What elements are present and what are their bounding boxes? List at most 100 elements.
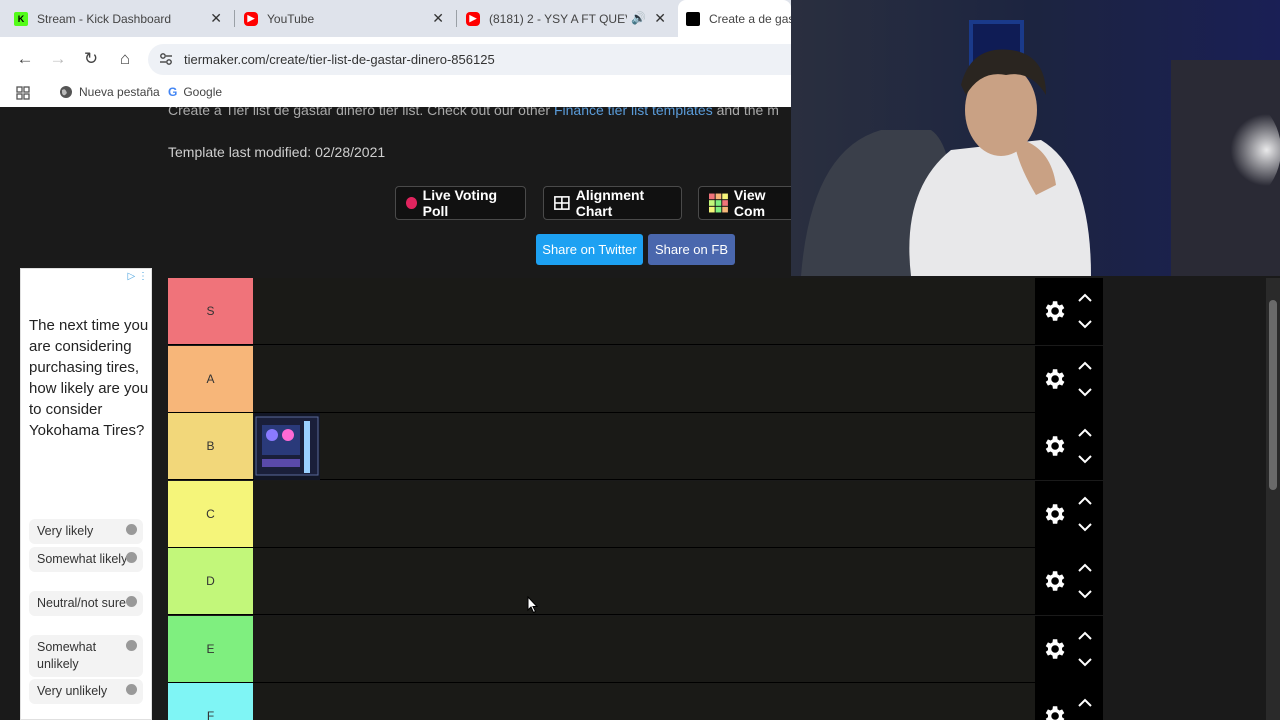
gear-icon[interactable] (1041, 568, 1067, 594)
tab-title: Stream - Kick Dashboard (37, 11, 172, 26)
alignment-chart-button[interactable]: Alignment Chart (543, 186, 682, 220)
bookmark-label: Google (183, 85, 223, 99)
move-up-icon[interactable] (1077, 361, 1093, 371)
tier-label[interactable]: C (168, 481, 253, 547)
move-up-icon[interactable] (1077, 496, 1093, 506)
tier-label[interactable]: S (168, 278, 253, 344)
option-label: Very unlikely (37, 684, 108, 698)
radio-icon (126, 552, 137, 563)
tier-label[interactable]: A (168, 346, 253, 412)
tier-label[interactable]: D (168, 548, 253, 614)
move-down-icon[interactable] (1077, 522, 1093, 532)
gear-icon[interactable] (1041, 703, 1067, 720)
gear-icon[interactable] (1041, 366, 1067, 392)
url-text: tiermaker.com/create/tier-list-de-gastar… (184, 52, 495, 67)
gear-icon[interactable] (1041, 298, 1067, 324)
tier-controls (1035, 278, 1103, 345)
record-dot-icon (406, 197, 417, 209)
gear-icon[interactable] (1041, 433, 1067, 459)
back-icon[interactable]: ← (15, 49, 35, 69)
tier-grid-icon (709, 193, 728, 213)
tier-label[interactable]: F (168, 683, 253, 720)
live-voting-poll-button[interactable]: Live Voting Poll (395, 186, 526, 220)
bookmark-nueva-pestana-2[interactable]: Nueva pestaña (59, 85, 160, 99)
reload-icon[interactable]: ↻ (81, 49, 101, 69)
ad-choices-icon[interactable]: ▷ ⋮ (128, 271, 148, 282)
radio-icon (126, 684, 137, 695)
grid-icon (554, 196, 570, 210)
tier-controls (1035, 683, 1103, 720)
home-icon[interactable]: ⌂ (115, 49, 135, 69)
tier-row[interactable]: D (168, 548, 1103, 615)
survey-option-neutral[interactable]: Neutral/not sure (29, 591, 143, 616)
option-label: Somewhat unlikely (37, 640, 97, 671)
move-down-icon[interactable] (1077, 589, 1093, 599)
tab-title: (8181) 2 - YSY A FT QUEVEDO (489, 11, 627, 26)
kick-icon: K (14, 11, 28, 26)
close-icon[interactable]: ✕ (432, 11, 444, 25)
tier-list: SABCDEF (168, 278, 1266, 720)
move-down-icon[interactable] (1077, 387, 1093, 397)
radio-icon (126, 596, 137, 607)
move-up-icon[interactable] (1077, 563, 1093, 573)
survey-option-very-likely[interactable]: Very likely (29, 519, 143, 544)
tab-separator (234, 10, 235, 27)
page-scrollbar-thumb[interactable] (1269, 300, 1277, 490)
tier-row[interactable]: S (168, 278, 1103, 345)
tab-youtube[interactable]: ▶ YouTube ✕ (236, 0, 454, 37)
tier-controls (1035, 481, 1103, 548)
tier-row[interactable]: B (168, 413, 1103, 480)
share-twitter-button[interactable]: Share on Twitter (536, 234, 643, 265)
tier-controls (1035, 413, 1103, 480)
survey-option-somewhat-likely[interactable]: Somewhat likely (29, 547, 143, 572)
tab-youtube-music[interactable]: ▶ (8181) 2 - YSY A FT QUEVEDO 🔊 ✕ (458, 0, 676, 37)
tiermaker-icon (686, 11, 700, 26)
advertisement-survey: ▷ ⋮ The next time you are considering pu… (20, 268, 152, 720)
move-up-icon[interactable] (1077, 293, 1093, 303)
move-down-icon[interactable] (1077, 657, 1093, 667)
close-icon[interactable]: ✕ (654, 11, 666, 25)
button-label: Alignment Chart (575, 187, 645, 219)
youtube-icon: ▶ (244, 11, 258, 26)
gear-icon[interactable] (1041, 636, 1067, 662)
tab-title: Create a de gastar (709, 11, 791, 26)
move-up-icon[interactable] (1077, 428, 1093, 438)
option-label: Neutral/not sure (37, 596, 126, 610)
gear-icon[interactable] (1041, 501, 1067, 527)
template-last-modified: Template last modified: 02/28/2021 (168, 144, 386, 160)
button-label: Live Voting Poll (422, 187, 498, 219)
option-label: Very likely (37, 524, 94, 538)
move-down-icon[interactable] (1077, 319, 1093, 329)
google-icon: G (168, 85, 178, 99)
close-icon[interactable]: ✕ (210, 11, 222, 25)
tier-row[interactable]: A (168, 346, 1103, 413)
apps-icon[interactable] (16, 86, 30, 100)
share-fb-button[interactable]: Share on FB (648, 234, 735, 265)
tier-row[interactable]: E (168, 616, 1103, 683)
move-up-icon[interactable] (1077, 698, 1093, 708)
survey-question: The next time you are considering purcha… (29, 317, 149, 439)
site-info-icon[interactable] (158, 51, 174, 67)
tab-title: YouTube (267, 11, 315, 26)
survey-option-very-unlikely[interactable]: Very unlikely (29, 679, 143, 704)
speaker-icon[interactable]: 🔊 (631, 11, 646, 25)
survey-option-somewhat-unlikely[interactable]: Somewhat unlikely (29, 635, 143, 677)
tier-label[interactable]: E (168, 616, 253, 682)
webcam-overlay (791, 0, 1280, 276)
tier-controls (1035, 548, 1103, 615)
streamer-webcam-image (791, 0, 1280, 276)
tab-tiermaker[interactable]: Create a de gastar (678, 0, 791, 37)
bookmark-google-2[interactable]: G Google (168, 85, 222, 99)
tier-row[interactable]: F (168, 683, 1103, 720)
option-label: Somewhat likely (37, 552, 128, 566)
move-up-icon[interactable] (1077, 631, 1093, 641)
move-down-icon[interactable] (1077, 454, 1093, 464)
forward-icon[interactable]: → (48, 49, 68, 69)
tier-item-pc-build[interactable] (254, 413, 320, 480)
tier-row[interactable]: C (168, 481, 1103, 548)
bookmark-label: Nueva pestaña (79, 85, 160, 99)
tier-label[interactable]: B (168, 413, 253, 479)
tab-separator (456, 10, 457, 27)
mouse-cursor-icon (527, 596, 539, 614)
tab-kick-dashboard[interactable]: K Stream - Kick Dashboard ✕ (14, 0, 232, 37)
